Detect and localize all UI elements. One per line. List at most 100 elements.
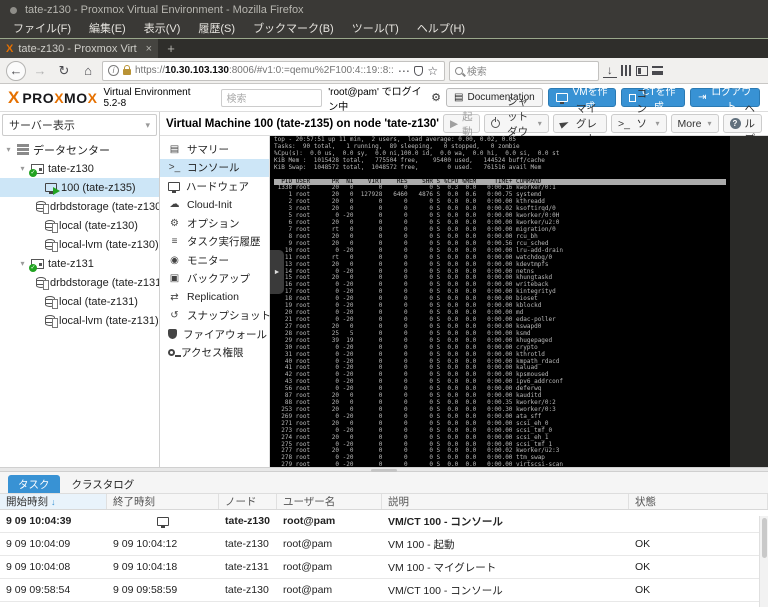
tree-item[interactable]: ▾ データセンター	[0, 140, 159, 159]
column-header[interactable]: 終了時刻	[107, 494, 219, 509]
url-bar[interactable]: i https://10.30.103.130:8006/#v1:0:=qemu…	[102, 60, 445, 81]
tree-item[interactable]: ▾ tate-z131	[0, 254, 159, 273]
cell-user: root@pam	[283, 515, 336, 527]
vm-menu-item-task-list[interactable]: ≡ タスク実行履歴	[160, 233, 269, 252]
vm-menu-item-summary[interactable]: ▤ サマリー	[160, 140, 269, 159]
library-icon[interactable]	[620, 65, 632, 76]
chevron-down-icon: ▾	[655, 119, 660, 128]
padlock-warning-icon[interactable]	[123, 65, 131, 75]
toolbar-button-シャットダウン[interactable]: シャットダウン▾	[483, 96, 549, 153]
task-panel: タスク クラスタログ 開始時刻 ↓ 終了時刻 ノード ユーザー名 説明 状態 9 09 10:…	[0, 472, 768, 607]
menubar-item[interactable]: 編集(E)	[80, 20, 135, 38]
tab-close-icon[interactable]: ×	[146, 43, 152, 55]
dc-icon	[17, 144, 29, 155]
toolbar-button-ヘルプ[interactable]: ?ヘルプ	[722, 103, 762, 145]
back-button[interactable]: ←	[6, 60, 26, 81]
tree-item-label: tate-z131	[48, 257, 94, 270]
tree-item[interactable]: local-lvm (tate-z130)	[0, 235, 159, 254]
new-tab-button[interactable]: +	[158, 39, 184, 58]
view-selector[interactable]: サーバー表示 ▾	[2, 114, 157, 136]
sidebar-toggle-icon[interactable]	[635, 65, 648, 76]
menubar-item[interactable]: ツール(T)	[343, 20, 408, 38]
cell-description: VM/CT 100 - コンソール	[388, 515, 503, 528]
vm-menu-item-replication[interactable]: ⇄ Replication	[160, 288, 269, 307]
toolbar-button-More[interactable]: More ▾	[670, 114, 719, 133]
menubar-item[interactable]: ブックマーク(B)	[244, 20, 343, 38]
tree-item[interactable]: ▾ tate-z130	[0, 159, 159, 178]
toolbar-button-マイグレート[interactable]: マイグレート	[552, 103, 607, 145]
terminal-icon: >_	[617, 117, 630, 130]
menubar-item[interactable]: 履歴(S)	[189, 20, 244, 38]
table-row[interactable]: 9 09 09:57:169 09 09:58:41tate-z130root@…	[0, 602, 768, 607]
vm-menu-item-gear[interactable]: ⚙ オプション	[160, 214, 269, 233]
pve-search-input[interactable]: 検索	[220, 88, 323, 107]
column-header[interactable]: ユーザー名	[277, 494, 382, 509]
browser-tab[interactable]: X tate-z130 - Proxmox Virt ×	[0, 39, 158, 58]
table-row[interactable]: 9 09 10:04:08 9 09 10:04:18 tate-z131 root@…	[0, 556, 768, 579]
tree-item[interactable]: drbdstorage (tate-z131)	[0, 273, 159, 292]
eye-icon: ◉	[170, 254, 179, 266]
vm-menu-item-console[interactable]: >_ コンソール	[160, 158, 269, 177]
tree-item[interactable]: 100 (tate-z135)	[0, 178, 159, 197]
vm-menu-item-snapshot[interactable]: ↺ スナップショット	[160, 307, 271, 326]
vm-menu-item-eye[interactable]: ◉ モニター	[160, 251, 269, 270]
table-row[interactable]: 9 09 10:04:39 tate-z130 root@pam VM/CT 100 …	[0, 510, 768, 533]
downloads-icon[interactable]: ↓	[602, 64, 617, 78]
power-icon	[490, 117, 500, 128]
task-tab-クラスタログ[interactable]: クラスタログ	[62, 475, 145, 493]
vnc-control-handle[interactable]: ►	[270, 250, 284, 294]
bookmark-star-icon[interactable]: ☆	[427, 64, 439, 78]
vertical-scrollbar[interactable]	[759, 516, 768, 607]
create-ct-button[interactable]: CTを作成	[621, 87, 686, 113]
menubar-item[interactable]: ファイル(F)	[4, 20, 80, 38]
vnc-terminal[interactable]: top - 20:57:51 up 11 min, 2 users, load …	[270, 136, 730, 467]
tree-expander-icon[interactable]: ▾	[18, 164, 27, 173]
db-icon	[45, 296, 58, 309]
content-header: Virtual Machine 100 (tate-z135) on node …	[160, 88, 768, 160]
window-icon	[10, 6, 17, 14]
menubar-item[interactable]: 表示(V)	[135, 20, 190, 38]
menubar-item[interactable]: ヘルプ(H)	[408, 20, 474, 38]
vm-menu-item-label: アクセス権限	[181, 347, 244, 360]
table-row[interactable]: 9 09 10:04:09 9 09 10:04:12 tate-z130 root@…	[0, 533, 768, 556]
cell-user: root@pam	[283, 538, 333, 550]
app-root: tate-z130 - Proxmox Virtual Environment …	[0, 0, 768, 607]
tree-item[interactable]: local (tate-z130)	[0, 216, 159, 235]
cell-user: root@pam	[283, 584, 333, 596]
home-button[interactable]: ⌂	[78, 61, 98, 81]
site-info-icon[interactable]: i	[108, 65, 119, 76]
page-actions-icon[interactable]: ⋯	[398, 64, 410, 78]
vm-icon	[45, 183, 60, 195]
vm-menu-item-permissions[interactable]: アクセス権限	[160, 344, 269, 363]
menu-hamburger-icon[interactable]	[651, 66, 663, 75]
user-settings-gear-icon[interactable]: ⚙	[431, 91, 441, 104]
toolbar-button-コンソール[interactable]: >_コンソール▾	[610, 88, 667, 160]
vm-menu-item-label: スナップショット	[187, 310, 271, 323]
vm-menu-item-hardware[interactable]: ハードウェア	[160, 177, 269, 196]
tree-expander-icon[interactable]: ▾	[18, 259, 27, 268]
vm-menu-item-cloud[interactable]: ☁ Cloud-Init	[160, 196, 269, 215]
tracking-protection-icon[interactable]	[413, 65, 423, 76]
tree-item[interactable]: drbdstorage (tate-z130)	[0, 197, 159, 216]
column-header[interactable]: ノード	[219, 494, 277, 509]
tree-expander-icon[interactable]: ▾	[4, 145, 13, 154]
toolbar-button-起動[interactable]: ▶ 起動	[443, 111, 480, 138]
cell-node: tate-z131	[225, 561, 269, 573]
cell-status: OK	[635, 538, 651, 550]
table-row[interactable]: 9 09 09:58:54 9 09 09:58:59 tate-z130 root@…	[0, 579, 768, 602]
cell-start-time: 9 09 10:04:08	[6, 561, 71, 573]
column-header[interactable]: 開始時刻 ↓	[0, 494, 107, 509]
tree-item-label: local (tate-z131)	[59, 295, 138, 308]
forward-button[interactable]: →	[30, 61, 50, 81]
search-placeholder: 検索	[466, 67, 487, 78]
vm-menu-item-firewall[interactable]: ファイアウォール▸	[160, 325, 277, 344]
console-area[interactable]: top - 20:57:51 up 11 min, 2 users, load …	[270, 136, 768, 467]
reload-button[interactable]: ↻	[54, 61, 74, 81]
search-bar[interactable]: 検索	[448, 60, 599, 81]
vm-menu-item-backup[interactable]: ▣ バックアップ	[160, 270, 269, 289]
task-tab-タスク[interactable]: タスク	[8, 475, 60, 493]
tree-item[interactable]: local-lvm (tate-z131)	[0, 311, 159, 330]
tree-item[interactable]: local (tate-z131)	[0, 292, 159, 311]
column-header[interactable]: 状態	[629, 494, 768, 509]
column-header[interactable]: 説明	[382, 494, 629, 509]
